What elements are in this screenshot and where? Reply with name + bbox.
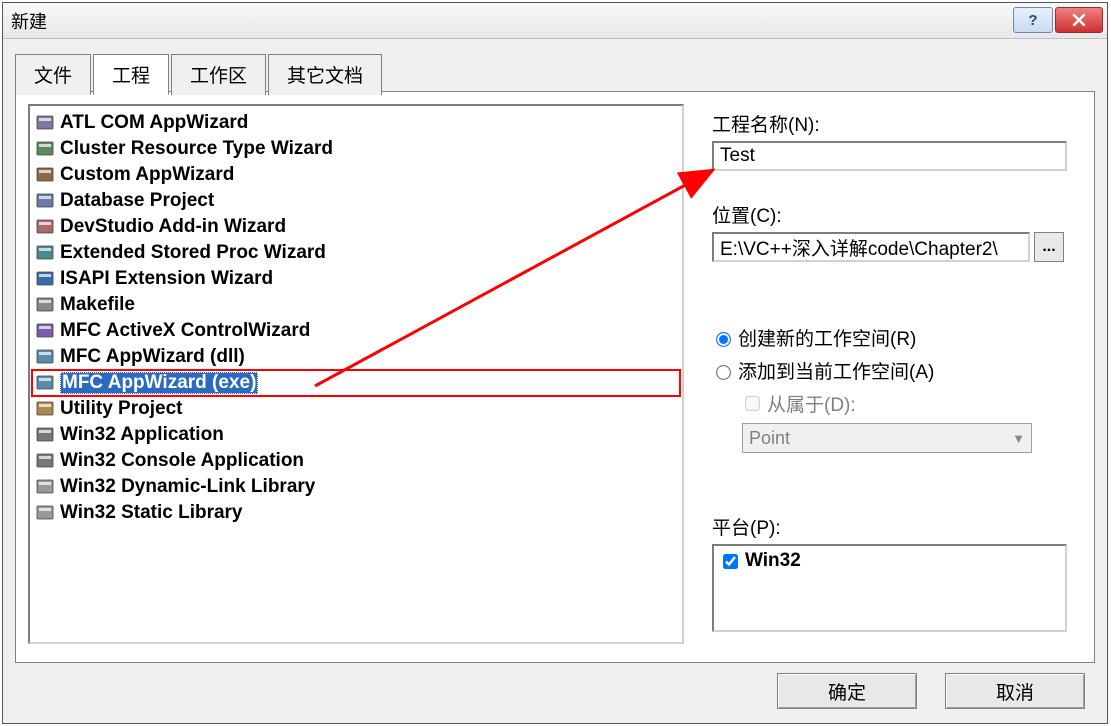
list-item[interactable]: ATL COM AppWizard <box>32 110 680 136</box>
list-item-label: Extended Stored Proc Wizard <box>60 242 326 264</box>
project-type-icon <box>36 452 56 470</box>
project-type-icon <box>36 426 56 444</box>
project-type-list[interactable]: ATL COM AppWizard Cluster Resource Type W… <box>28 104 684 644</box>
list-item-label: MFC ActiveX ControlWizard <box>60 320 310 342</box>
location-label: 位置(C): <box>712 201 1082 228</box>
list-item-label: ISAPI Extension Wizard <box>60 268 273 290</box>
list-item[interactable]: Utility Project <box>32 396 680 422</box>
tab-workspaces[interactable]: 工作区 <box>171 54 266 95</box>
browse-button[interactable]: ... <box>1034 232 1064 262</box>
list-item[interactable]: ISAPI Extension Wizard <box>32 266 680 292</box>
platform-label: 平台(P): <box>712 513 1082 540</box>
list-item-label: Utility Project <box>60 398 182 420</box>
project-type-icon <box>36 270 56 288</box>
project-type-icon <box>36 374 56 392</box>
list-item-label: DevStudio Add-in Wizard <box>60 216 286 238</box>
dependency-combo: Point ▼ <box>742 423 1032 453</box>
project-type-icon <box>36 192 56 210</box>
list-item[interactable]: MFC ActiveX ControlWizard <box>32 318 680 344</box>
dialog-content: 文件 工程 工作区 其它文档 ATL COM AppWizard Cluster … <box>15 53 1095 663</box>
close-button[interactable] <box>1055 7 1103 33</box>
options-column: 工程名称(N): 位置(C): ... 创建新的工作空间(R) 添加到当前工作空… <box>684 104 1082 650</box>
list-item-label: Win32 Console Application <box>60 450 304 472</box>
tab-other-docs[interactable]: 其它文档 <box>268 54 382 95</box>
list-item[interactable]: Cluster Resource Type Wizard <box>32 136 680 162</box>
location-input[interactable] <box>712 232 1030 262</box>
project-type-icon <box>36 140 56 158</box>
project-type-icon <box>36 218 56 236</box>
radio-create-workspace-input[interactable] <box>716 332 731 347</box>
list-item[interactable]: Extended Stored Proc Wizard <box>32 240 680 266</box>
list-item-label: ATL COM AppWizard <box>60 112 248 134</box>
tab-panel: ATL COM AppWizard Cluster Resource Type W… <box>15 91 1095 663</box>
platform-checkbox[interactable] <box>723 554 738 569</box>
platform-list[interactable]: Win32 <box>712 544 1067 632</box>
cancel-button[interactable]: 取消 <box>945 673 1085 709</box>
new-dialog: 新建 ? 文件 工程 工作区 其它文档 ATL COM AppWizard Clu… <box>2 2 1108 724</box>
list-item-label: Custom AppWizard <box>60 164 234 186</box>
ok-button[interactable]: 确定 <box>777 673 917 709</box>
platform-item-win32[interactable]: Win32 <box>720 550 1059 572</box>
list-item[interactable]: Win32 Application <box>32 422 680 448</box>
project-name-label: 工程名称(N): <box>712 110 1082 137</box>
project-name-input[interactable] <box>712 141 1067 171</box>
help-button[interactable]: ? <box>1013 7 1053 33</box>
project-type-icon <box>36 400 56 418</box>
list-item-label: Win32 Dynamic-Link Library <box>60 476 315 498</box>
tab-projects[interactable]: 工程 <box>93 54 169 95</box>
tabbar: 文件 工程 工作区 其它文档 <box>15 53 1095 94</box>
dependency-section: 从属于(D): Point ▼ <box>742 390 1082 453</box>
radio-add-workspace[interactable]: 添加到当前工作空间(A) <box>712 357 1082 384</box>
list-item-label: Makefile <box>60 294 135 316</box>
project-type-icon <box>36 322 56 340</box>
chevron-down-icon: ▼ <box>1012 431 1025 446</box>
list-item[interactable]: Makefile <box>32 292 680 318</box>
list-item[interactable]: MFC AppWizard (exe) <box>32 370 680 396</box>
list-item-label: Win32 Static Library <box>60 502 243 524</box>
dependency-checkbox-row: 从属于(D): <box>742 390 1082 417</box>
list-item-label: Cluster Resource Type Wizard <box>60 138 333 160</box>
list-item[interactable]: Database Project <box>32 188 680 214</box>
titlebar-buttons: ? <box>1013 7 1103 33</box>
radio-create-workspace[interactable]: 创建新的工作空间(R) <box>712 324 1082 351</box>
project-type-icon <box>36 348 56 366</box>
project-type-icon <box>36 166 56 184</box>
project-type-icon <box>36 504 56 522</box>
list-item-label: MFC AppWizard (dll) <box>60 346 245 368</box>
list-item[interactable]: DevStudio Add-in Wizard <box>32 214 680 240</box>
list-item[interactable]: Win32 Dynamic-Link Library <box>32 474 680 500</box>
project-type-icon <box>36 244 56 262</box>
project-type-icon <box>36 478 56 496</box>
list-item[interactable]: Custom AppWizard <box>32 162 680 188</box>
list-item-label: Database Project <box>60 190 214 212</box>
project-type-icon <box>36 114 56 132</box>
dialog-buttons: 确定 取消 <box>777 673 1085 709</box>
dependency-checkbox <box>745 396 760 411</box>
list-item[interactable]: MFC AppWizard (dll) <box>32 344 680 370</box>
dialog-title: 新建 <box>11 8 47 34</box>
project-type-icon <box>36 296 56 314</box>
list-item-label: MFC AppWizard (exe) <box>60 372 258 394</box>
tab-files[interactable]: 文件 <box>15 54 91 95</box>
titlebar: 新建 ? <box>3 3 1107 39</box>
list-item-label: Win32 Application <box>60 424 224 446</box>
radio-add-workspace-input[interactable] <box>716 365 731 380</box>
close-icon <box>1072 14 1086 26</box>
list-item[interactable]: Win32 Console Application <box>32 448 680 474</box>
list-item[interactable]: Win32 Static Library <box>32 500 680 526</box>
